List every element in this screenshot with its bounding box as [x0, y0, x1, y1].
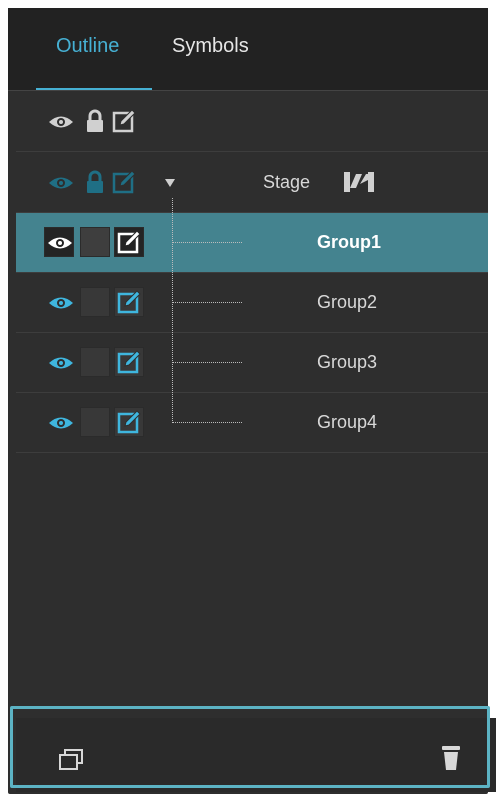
eye-icon[interactable] [48, 295, 74, 311]
tree-connector [172, 242, 242, 243]
tree-connector [172, 362, 242, 363]
tab-symbols[interactable]: Symbols [172, 35, 249, 58]
eye-icon[interactable] [48, 355, 74, 371]
tree-connector-vertical [172, 198, 173, 423]
edit-icon[interactable] [117, 290, 141, 314]
tab-bar: Outline Symbols [8, 8, 488, 91]
outline-item-group3[interactable]: Group3 [16, 333, 488, 393]
stage-icon [344, 172, 374, 192]
eye-icon[interactable] [48, 175, 74, 191]
lock-toggle[interactable] [80, 347, 110, 377]
eye-icon[interactable] [48, 415, 74, 431]
chevron-down-icon[interactable] [164, 178, 176, 188]
edit-icon[interactable] [117, 410, 141, 434]
lock-icon[interactable] [86, 170, 104, 194]
stage-row[interactable]: Stage [16, 153, 488, 213]
tree-connector [172, 422, 242, 423]
edit-icon[interactable] [117, 350, 141, 374]
tree-connector [172, 302, 242, 303]
edit-icon[interactable] [112, 109, 136, 133]
outline-item-label: Group4 [317, 412, 378, 432]
lock-toggle[interactable] [80, 287, 110, 317]
outline-item-label: Group3 [317, 352, 378, 372]
outline-item-group4[interactable]: Group4 [16, 393, 488, 453]
stage-label: Stage [263, 172, 311, 192]
eye-icon[interactable] [47, 235, 73, 251]
edit-icon[interactable] [117, 230, 141, 254]
footer-highlight-frame [10, 706, 490, 788]
outline-header-row [16, 92, 488, 152]
active-tab-indicator [36, 88, 152, 90]
lock-toggle[interactable] [80, 407, 110, 437]
tab-outline[interactable]: Outline [56, 35, 119, 58]
lock-toggle[interactable] [80, 227, 110, 257]
outline-panel: Outline Symbols Stage Group1 Group2 Grou… [8, 8, 496, 794]
edit-icon[interactable] [112, 170, 136, 194]
eye-icon[interactable] [48, 114, 74, 130]
outline-item-group2[interactable]: Group2 [16, 273, 488, 333]
outline-item-label: Group1 [317, 232, 382, 252]
lock-icon[interactable] [86, 109, 104, 133]
outline-item-group1[interactable]: Group1 [16, 213, 488, 273]
outline-item-label: Group2 [317, 292, 378, 312]
